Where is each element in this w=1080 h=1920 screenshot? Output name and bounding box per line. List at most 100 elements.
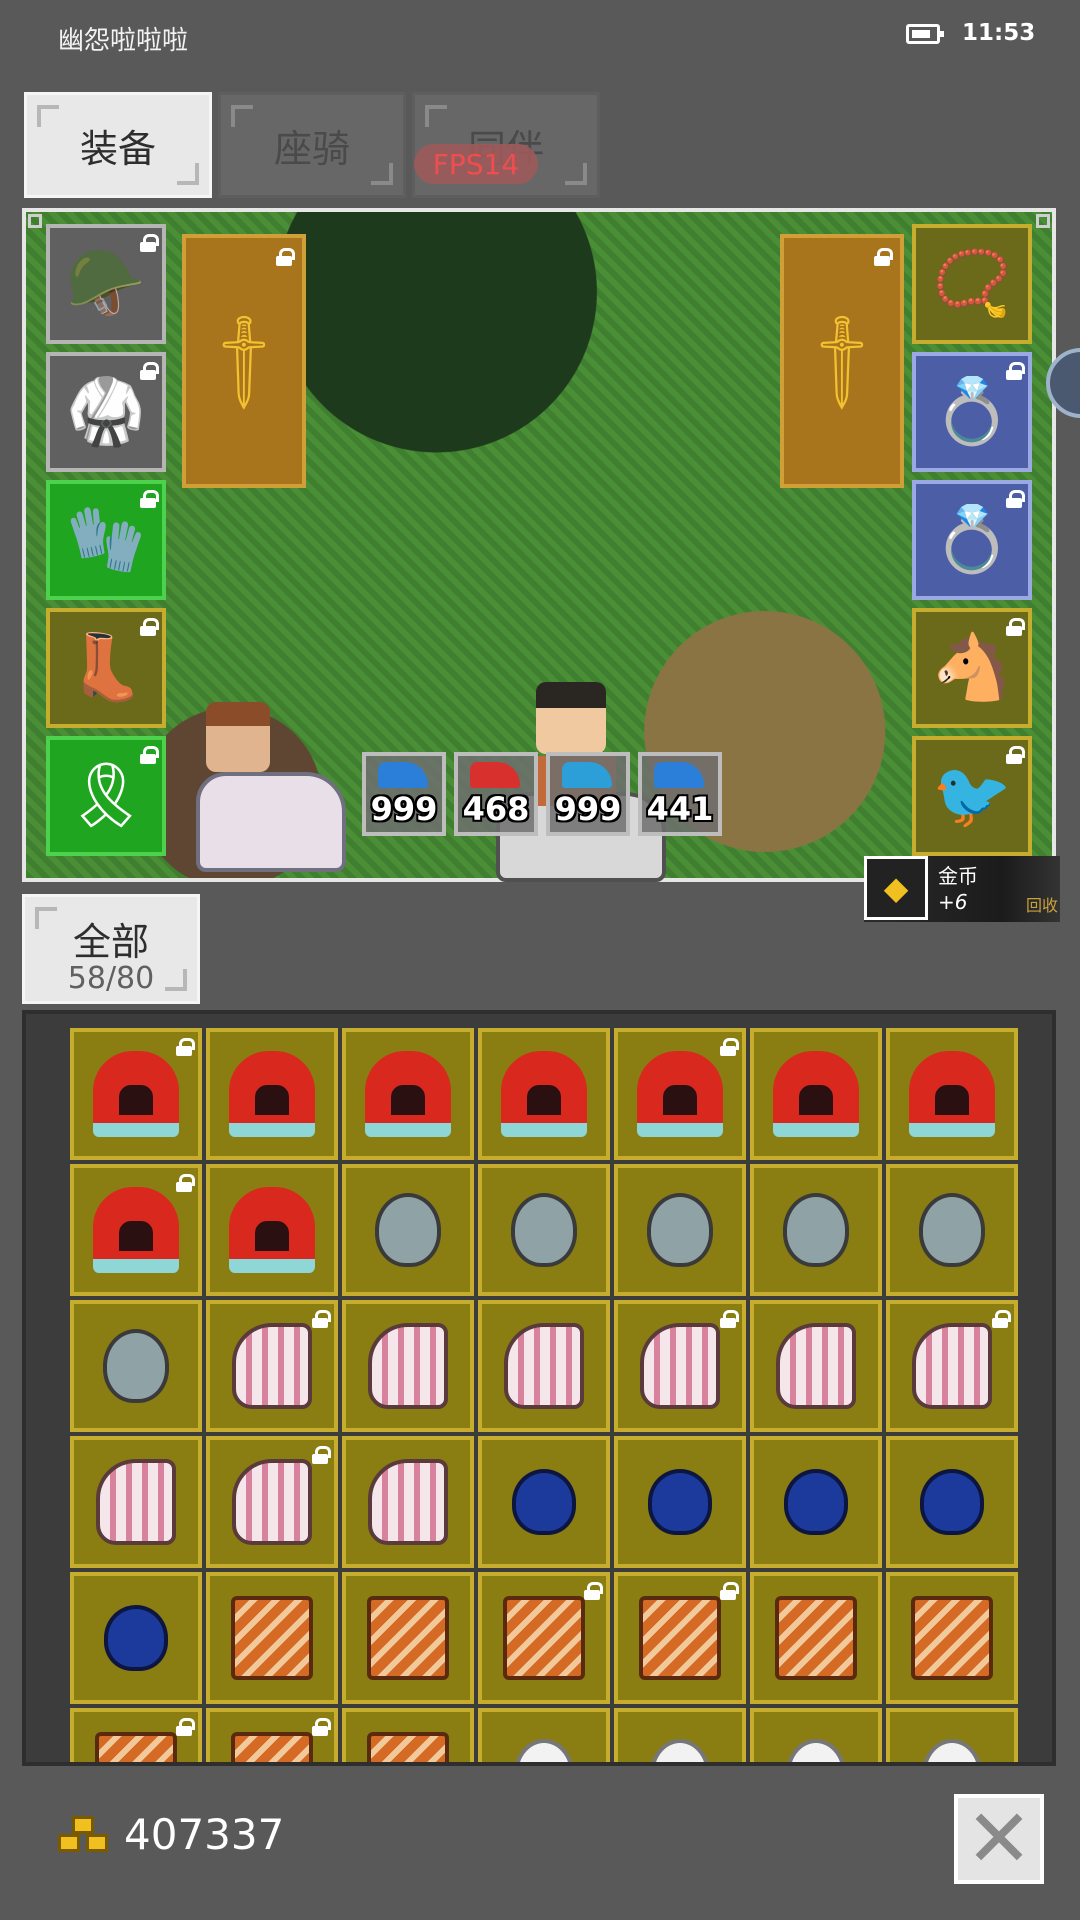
inventory-slot[interactable] bbox=[614, 1572, 746, 1704]
inventory-slot[interactable] bbox=[70, 1572, 202, 1704]
stone-icon bbox=[919, 1193, 985, 1267]
inventory-slot[interactable] bbox=[750, 1708, 882, 1762]
inventory-slot[interactable] bbox=[886, 1300, 1018, 1432]
inventory-slot[interactable] bbox=[342, 1572, 474, 1704]
inventory-slot[interactable] bbox=[70, 1300, 202, 1432]
inventory-slot[interactable] bbox=[342, 1436, 474, 1568]
gold-notice-name: 金币 bbox=[938, 864, 978, 888]
equip-slot-necklace[interactable]: 📿 bbox=[912, 224, 1032, 344]
inventory-slot[interactable] bbox=[614, 1436, 746, 1568]
tab-mount[interactable]: 座骑 bbox=[218, 92, 406, 198]
gem-icon bbox=[104, 1605, 168, 1671]
inventory-slot[interactable] bbox=[206, 1300, 338, 1432]
potion-count: 468 bbox=[462, 790, 530, 828]
inventory-slot[interactable] bbox=[206, 1164, 338, 1296]
lock-icon bbox=[720, 1582, 739, 1600]
inventory-slot[interactable] bbox=[206, 1708, 338, 1762]
mount-armor-icon: 🐴 bbox=[932, 631, 1012, 705]
inventory-slot[interactable] bbox=[342, 1164, 474, 1296]
inventory-slot[interactable] bbox=[206, 1572, 338, 1704]
inventory-slot[interactable] bbox=[614, 1300, 746, 1432]
frame-corner-icon bbox=[177, 163, 199, 185]
inventory-slot[interactable] bbox=[614, 1708, 746, 1762]
lock-icon bbox=[1006, 490, 1025, 508]
lock-icon bbox=[276, 248, 295, 266]
weapon-slot-left[interactable]: 🗡 bbox=[182, 234, 306, 488]
potion-slot[interactable]: 999 bbox=[362, 752, 446, 836]
frame-corner-icon bbox=[37, 105, 59, 127]
scroll-icon bbox=[911, 1596, 993, 1680]
inventory-slot[interactable] bbox=[614, 1028, 746, 1160]
potion-icon bbox=[562, 762, 612, 788]
lock-icon bbox=[140, 618, 159, 636]
inventory-slot[interactable] bbox=[342, 1300, 474, 1432]
inventory-slot[interactable] bbox=[478, 1708, 610, 1762]
inventory-slot[interactable] bbox=[750, 1300, 882, 1432]
equip-slot-boots[interactable]: 👢 bbox=[46, 608, 166, 728]
recycle-button[interactable]: 回收 bbox=[1026, 892, 1058, 916]
scroll-icon bbox=[367, 1732, 449, 1762]
equip-slot-mount-armor[interactable]: 🐴 bbox=[912, 608, 1032, 728]
scroll-icon bbox=[95, 1732, 177, 1762]
inventory-slot[interactable] bbox=[206, 1028, 338, 1160]
inventory-slot[interactable] bbox=[342, 1708, 474, 1762]
inventory-slot[interactable] bbox=[478, 1436, 610, 1568]
pet-icon: 🐦 bbox=[932, 759, 1012, 833]
inventory-slot[interactable] bbox=[478, 1164, 610, 1296]
filter-label: 全部 bbox=[72, 920, 149, 964]
frame-corner-icon bbox=[425, 105, 447, 127]
inventory-slot[interactable] bbox=[70, 1708, 202, 1762]
filter-tab-all[interactable]: 全部 58/80 bbox=[22, 894, 200, 1004]
inventory-slot[interactable] bbox=[478, 1300, 610, 1432]
lock-icon bbox=[1006, 362, 1025, 380]
equip-slot-bracer[interactable]: 🧤 bbox=[46, 480, 166, 600]
necklace-icon: 📿 bbox=[932, 247, 1012, 321]
inventory-slot[interactable] bbox=[886, 1436, 1018, 1568]
inventory-slot[interactable] bbox=[886, 1028, 1018, 1160]
stone-icon bbox=[783, 1193, 849, 1267]
inventory-panel[interactable] bbox=[22, 1010, 1056, 1766]
gem-icon bbox=[784, 1469, 848, 1535]
potion-slot[interactable]: 441 bbox=[638, 752, 722, 836]
equip-slot-pet[interactable]: 🐦 bbox=[912, 736, 1032, 856]
status-clock: 11:53 bbox=[962, 20, 1036, 46]
inventory-slot[interactable] bbox=[70, 1028, 202, 1160]
equip-slot-ring-1[interactable]: 💍 bbox=[912, 352, 1032, 472]
gold-coins-icon bbox=[58, 1816, 110, 1860]
gem-icon bbox=[920, 1469, 984, 1535]
inventory-slot[interactable] bbox=[70, 1436, 202, 1568]
wing-icon bbox=[368, 1323, 448, 1409]
inventory-slot[interactable] bbox=[886, 1164, 1018, 1296]
inventory-slot[interactable] bbox=[886, 1572, 1018, 1704]
inventory-slot[interactable] bbox=[342, 1028, 474, 1160]
inventory-slot[interactable] bbox=[886, 1708, 1018, 1762]
helmet-icon: 🪖 bbox=[66, 247, 146, 321]
inventory-slot[interactable] bbox=[750, 1436, 882, 1568]
inventory-slot[interactable] bbox=[750, 1028, 882, 1160]
lock-icon bbox=[1006, 746, 1025, 764]
potion-slot[interactable]: 999 bbox=[546, 752, 630, 836]
tab-equipment[interactable]: 装备 bbox=[24, 92, 212, 198]
status-bar: 幽怨啦啦啦 11:53 bbox=[0, 0, 1080, 72]
inventory-slot[interactable] bbox=[750, 1164, 882, 1296]
inventory-slot[interactable] bbox=[478, 1572, 610, 1704]
scroll-icon bbox=[367, 1596, 449, 1680]
scroll-icon bbox=[231, 1732, 313, 1762]
inventory-slot[interactable] bbox=[750, 1572, 882, 1704]
lock-icon bbox=[176, 1038, 195, 1056]
potion-slot[interactable]: 468 bbox=[454, 752, 538, 836]
lock-icon bbox=[1006, 618, 1025, 636]
inventory-slot[interactable] bbox=[70, 1164, 202, 1296]
close-button[interactable]: ✕ bbox=[954, 1794, 1044, 1884]
equip-slot-ring-2[interactable]: 💍 bbox=[912, 480, 1032, 600]
inventory-slot[interactable] bbox=[478, 1028, 610, 1160]
inventory-slot[interactable] bbox=[614, 1164, 746, 1296]
weapon-slot-right[interactable]: 🗡 bbox=[780, 234, 904, 488]
inventory-slot[interactable] bbox=[206, 1436, 338, 1568]
ring-1-icon: 💍 bbox=[932, 375, 1012, 449]
equip-slot-belt[interactable]: 🎗 bbox=[46, 736, 166, 856]
equip-slot-armor[interactable]: 🥋 bbox=[46, 352, 166, 472]
lock-icon bbox=[720, 1310, 739, 1328]
lock-icon bbox=[312, 1310, 331, 1328]
equip-slot-helmet[interactable]: 🪖 bbox=[46, 224, 166, 344]
